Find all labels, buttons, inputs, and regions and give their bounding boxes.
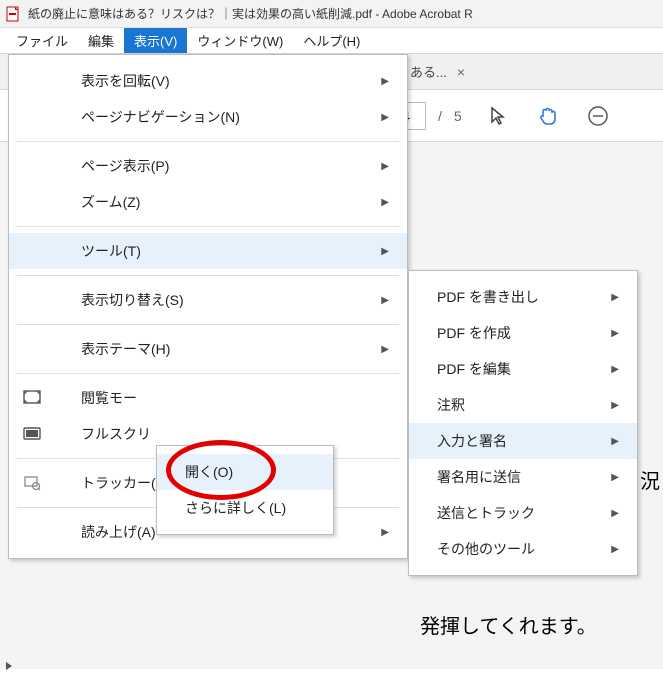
menu-file[interactable]: ファイル bbox=[6, 28, 78, 53]
tab-close-icon[interactable]: × bbox=[453, 64, 469, 80]
page-separator: / bbox=[438, 108, 442, 124]
submenu-edit-pdf[interactable]: PDF を編集▶ bbox=[409, 351, 637, 387]
window-title: 紙の廃止に意味はある？リスクは？｜実は効果の高い紙削減.pdf - Adobe … bbox=[28, 5, 473, 22]
title-bar: 紙の廃止に意味はある？リスクは？｜実は効果の高い紙削減.pdf - Adobe … bbox=[0, 0, 663, 28]
menu-page-navigation[interactable]: ページナビゲーション(N)▶ bbox=[9, 99, 407, 135]
submenu-arrow-icon: ▶ bbox=[611, 364, 619, 375]
submenu-arrow-icon: ▶ bbox=[381, 527, 389, 538]
submenu-fill-sign[interactable]: 入力と署名▶ bbox=[409, 423, 637, 459]
submenu-arrow-icon: ▶ bbox=[611, 436, 619, 447]
submenu-arrow-icon: ▶ bbox=[381, 246, 389, 257]
tools-submenu: PDF を書き出し▶ PDF を作成▶ PDF を編集▶ 注釈▶ 入力と署名▶ … bbox=[408, 270, 638, 576]
submenu-other-tools[interactable]: その他のツール▶ bbox=[409, 531, 637, 567]
open-submenu: 開く(O) さらに詳しく(L) bbox=[156, 445, 334, 535]
submenu-open[interactable]: 開く(O) bbox=[157, 454, 333, 490]
submenu-arrow-icon: ▶ bbox=[381, 344, 389, 355]
fullscreen-icon bbox=[19, 425, 45, 443]
menu-display-switch[interactable]: 表示切り替え(S)▶ bbox=[9, 282, 407, 318]
zoom-out-icon[interactable] bbox=[584, 102, 612, 130]
pdf-icon bbox=[6, 6, 22, 22]
submenu-arrow-icon: ▶ bbox=[611, 508, 619, 519]
submenu-arrow-icon: ▶ bbox=[381, 197, 389, 208]
menu-separator bbox=[17, 275, 399, 276]
document-text: 発揮してくれます。 bbox=[420, 610, 597, 639]
menu-view[interactable]: 表示(V) bbox=[124, 28, 187, 53]
submenu-comment[interactable]: 注釈▶ bbox=[409, 387, 637, 423]
submenu-arrow-icon: ▶ bbox=[381, 295, 389, 306]
submenu-arrow-icon: ▶ bbox=[611, 328, 619, 339]
submenu-arrow-icon: ▶ bbox=[611, 544, 619, 555]
menu-display-theme[interactable]: 表示テーマ(H)▶ bbox=[9, 331, 407, 367]
menu-rotate-view[interactable]: 表示を回転(V)▶ bbox=[9, 63, 407, 99]
submenu-arrow-icon: ▶ bbox=[381, 76, 389, 87]
menu-window[interactable]: ウィンドウ(W) bbox=[187, 28, 293, 53]
menu-page-display[interactable]: ページ表示(P)▶ bbox=[9, 148, 407, 184]
submenu-arrow-icon: ▶ bbox=[611, 472, 619, 483]
document-text-2: 況 bbox=[640, 465, 660, 494]
submenu-arrow-icon: ▶ bbox=[381, 161, 389, 172]
panel-expand-icon[interactable] bbox=[4, 658, 14, 676]
submenu-arrow-icon: ▶ bbox=[611, 400, 619, 411]
menu-separator bbox=[17, 373, 399, 374]
page-total: 5 bbox=[454, 108, 462, 124]
submenu-send-for-sign[interactable]: 署名用に送信▶ bbox=[409, 459, 637, 495]
reading-mode-icon bbox=[19, 389, 45, 407]
submenu-export-pdf[interactable]: PDF を書き出し▶ bbox=[409, 279, 637, 315]
selection-tool-icon[interactable] bbox=[484, 102, 512, 130]
submenu-arrow-icon: ▶ bbox=[381, 112, 389, 123]
hand-tool-icon[interactable] bbox=[534, 102, 562, 130]
menu-separator bbox=[17, 324, 399, 325]
menu-separator bbox=[17, 141, 399, 142]
menu-reading-mode[interactable]: 閲覧モー bbox=[9, 380, 407, 416]
menu-bar: ファイル 編集 表示(V) ウィンドウ(W) ヘルプ(H) bbox=[0, 28, 663, 54]
menu-zoom[interactable]: ズーム(Z)▶ bbox=[9, 184, 407, 220]
menu-edit[interactable]: 編集 bbox=[78, 28, 124, 53]
menu-help[interactable]: ヘルプ(H) bbox=[293, 28, 370, 53]
submenu-send-track[interactable]: 送信とトラック▶ bbox=[409, 495, 637, 531]
menu-tools[interactable]: ツール(T)▶ bbox=[9, 233, 407, 269]
submenu-create-pdf[interactable]: PDF を作成▶ bbox=[409, 315, 637, 351]
submenu-learn-more[interactable]: さらに詳しく(L) bbox=[157, 490, 333, 526]
tracker-icon bbox=[19, 474, 45, 492]
tab-label[interactable]: ある... bbox=[410, 62, 447, 81]
menu-separator bbox=[17, 226, 399, 227]
submenu-arrow-icon: ▶ bbox=[611, 292, 619, 303]
